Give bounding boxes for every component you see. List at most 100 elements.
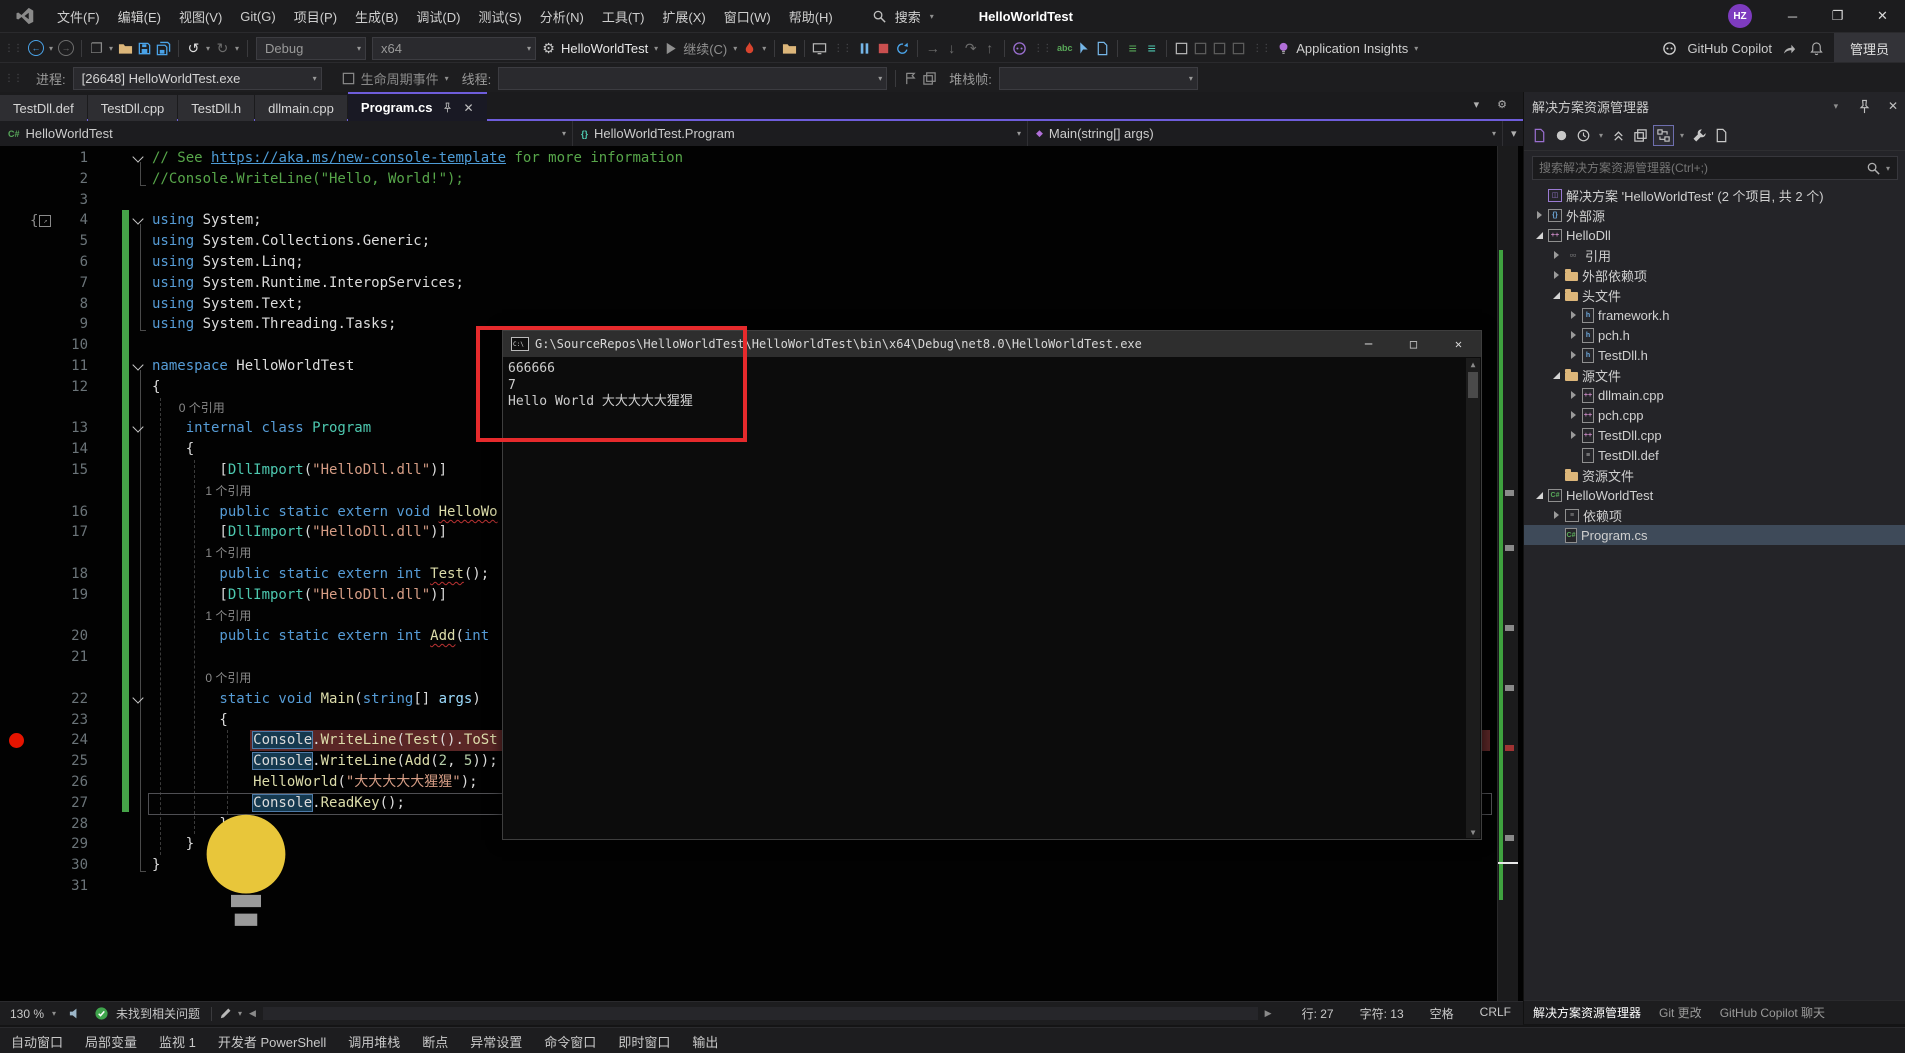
tab-program-cs[interactable]: Program.cs✕ <box>348 92 487 121</box>
expanded-arrow-icon[interactable] <box>1532 232 1547 239</box>
tab-testdll-cpp[interactable]: TestDll.cpp <box>88 95 178 121</box>
zoom-combo[interactable]: 130 %▾ <box>10 1007 59 1021</box>
tool-window-tab[interactable]: 输出 <box>681 1028 729 1053</box>
chevron-down-icon[interactable]: ▾ <box>651 44 661 53</box>
tool-window-tab[interactable]: 局部变量 <box>74 1028 148 1053</box>
chevron-down-icon[interactable]: ▾ <box>759 44 769 53</box>
tab-dllmain-cpp[interactable]: dllmain.cpp <box>255 95 347 121</box>
parallel-stacks-icon[interactable] <box>920 69 939 88</box>
hot-reload-icon[interactable] <box>740 39 759 58</box>
collapsed-arrow-icon[interactable] <box>1566 411 1581 419</box>
quick-actions-lightbulb-icon[interactable] <box>96 796 111 811</box>
console-minimize-button[interactable]: ─ <box>1346 331 1391 357</box>
chevron-down-icon[interactable]: ▾ <box>46 44 56 53</box>
solution-search-box[interactable]: ▾ <box>1532 156 1898 180</box>
copy-path-icon[interactable] <box>1631 126 1650 145</box>
step-over-icon[interactable]: ↷ <box>961 39 980 58</box>
nav-combo-0[interactable]: C#HelloWorldTest▾ <box>0 121 573 146</box>
tree-item[interactable]: 外部依赖项 <box>1524 265 1905 285</box>
codelens-references[interactable]: 0 个引用 <box>152 668 251 689</box>
menu-item[interactable]: 生成(B) <box>346 0 407 32</box>
properties-icon[interactable] <box>1690 126 1709 145</box>
tree-item[interactable]: ≡TestDll.def <box>1524 445 1905 465</box>
next-bookmark-icon[interactable] <box>1210 39 1229 58</box>
panel-tab[interactable]: Git 更改 <box>1650 1004 1711 1021</box>
expanded-arrow-icon[interactable] <box>1549 292 1564 299</box>
format-document-icon[interactable]: ≡ <box>1142 39 1161 58</box>
tree-item[interactable]: 资源文件 <box>1524 465 1905 485</box>
collapsed-arrow-icon[interactable] <box>1549 271 1564 279</box>
console-scrollbar[interactable]: ▲▼ <box>1466 358 1480 838</box>
administrator-badge[interactable]: 管理员 <box>1834 33 1905 63</box>
quick-search[interactable]: 搜索 ▾ <box>870 7 937 26</box>
menu-item[interactable]: Git(G) <box>231 0 284 32</box>
tree-item[interactable]: 头文件 <box>1524 285 1905 305</box>
breakpoint-icon[interactable] <box>9 733 24 748</box>
health-indicator[interactable]: 未找到相关问题 <box>92 1004 200 1023</box>
break-all-icon[interactable] <box>810 39 829 58</box>
startup-settings-icon[interactable]: ⚙ <box>539 39 558 58</box>
tool-window-tab[interactable]: 命令窗口 <box>533 1028 607 1053</box>
preview-selected-icon[interactable] <box>1712 126 1731 145</box>
thread-combo[interactable]: ▾ <box>498 67 887 90</box>
prev-bookmark-icon[interactable] <box>1191 39 1210 58</box>
collapsed-arrow-icon[interactable] <box>1566 391 1581 399</box>
pause-icon[interactable] <box>855 39 874 58</box>
codelens-references[interactable]: 1 个引用 <box>152 606 251 627</box>
step-out-icon[interactable]: ↑ <box>980 39 999 58</box>
panel-tab[interactable]: 解决方案资源管理器 <box>1524 1004 1650 1021</box>
document-options-gear-icon[interactable]: ⚙ <box>1497 98 1507 111</box>
clear-bookmarks-icon[interactable] <box>1229 39 1248 58</box>
restart-icon[interactable] <box>893 39 912 58</box>
collapsed-arrow-icon[interactable] <box>1532 211 1547 219</box>
stack-frame-combo[interactable]: ▾ <box>999 67 1198 90</box>
stop-icon[interactable] <box>874 39 893 58</box>
menu-item[interactable]: 扩展(X) <box>653 0 714 32</box>
chevron-down-icon[interactable]: ▾ <box>203 44 213 53</box>
console-close-button[interactable]: ✕ <box>1436 331 1481 357</box>
collapsed-arrow-icon[interactable] <box>1549 511 1564 519</box>
show-threads-icon[interactable] <box>1010 39 1029 58</box>
tool-window-tab[interactable]: 监视 1 <box>148 1028 207 1053</box>
new-project-icon[interactable]: ❐ <box>87 39 106 58</box>
chevron-down-icon[interactable]: ▾ <box>730 44 740 53</box>
collapsed-arrow-icon[interactable] <box>1566 311 1581 319</box>
redo-icon[interactable]: ↻ <box>213 39 232 58</box>
console-scroll-up-icon[interactable]: ▲ <box>1466 358 1480 370</box>
console-scroll-thumb[interactable] <box>1468 372 1478 398</box>
spell-check-icon[interactable]: abc <box>1055 39 1074 58</box>
solution-search-input[interactable] <box>1533 161 1864 175</box>
sort-lines-icon[interactable]: ≡ <box>1123 39 1142 58</box>
expanded-arrow-icon[interactable] <box>1549 372 1564 379</box>
tool-window-tab[interactable]: 断点 <box>411 1028 459 1053</box>
nav-forward-icon[interactable]: → <box>58 40 74 56</box>
tab-testdll-h[interactable]: TestDll.h <box>178 95 254 121</box>
process-combo[interactable]: [26648] HelloWorldTest.exe▾ <box>73 67 322 90</box>
chevron-down-icon[interactable]: ▾ <box>1596 131 1606 140</box>
codelens-references[interactable]: 0 个引用 <box>152 398 225 419</box>
chevron-down-icon[interactable]: ▾ <box>232 44 242 53</box>
github-copilot-label[interactable]: GitHub Copilot <box>1687 41 1772 56</box>
codelens-references[interactable]: 1 个引用 <box>152 543 251 564</box>
menu-item[interactable]: 调试(D) <box>407 0 469 32</box>
startup-project-label[interactable]: HelloWorldTest <box>561 41 648 56</box>
fold-chevron-icon[interactable] <box>132 151 143 162</box>
sync-with-active-document-icon[interactable] <box>1654 126 1673 145</box>
continue-icon[interactable] <box>661 39 680 58</box>
menu-item[interactable]: 编辑(E) <box>109 0 170 32</box>
nav-chevron-icon[interactable]: ▾ <box>1511 127 1517 140</box>
bookmark-icon[interactable] <box>1172 39 1191 58</box>
tab-list-chevron-icon[interactable]: ▾ <box>1474 98 1480 111</box>
chevron-down-icon[interactable]: ▾ <box>106 44 116 53</box>
chevron-down-icon[interactable]: ▾ <box>1411 44 1421 53</box>
code-editor[interactable]: 1// See https://aka.ms/new-console-templ… <box>0 146 1523 1001</box>
track-changes-pen-icon[interactable] <box>216 1004 235 1023</box>
user-avatar[interactable]: HZ <box>1728 4 1752 28</box>
share-icon[interactable] <box>1780 39 1799 58</box>
nav-combo-2[interactable]: ◆Main(string[] args)▾ <box>1028 121 1503 146</box>
collapsed-arrow-icon[interactable] <box>1566 351 1581 359</box>
console-scroll-down-icon[interactable]: ▼ <box>1466 826 1480 838</box>
tab-testdll-def[interactable]: TestDll.def <box>0 95 87 121</box>
fold-chevron-icon[interactable] <box>132 421 143 432</box>
horizontal-scrollbar[interactable] <box>263 1007 1258 1020</box>
